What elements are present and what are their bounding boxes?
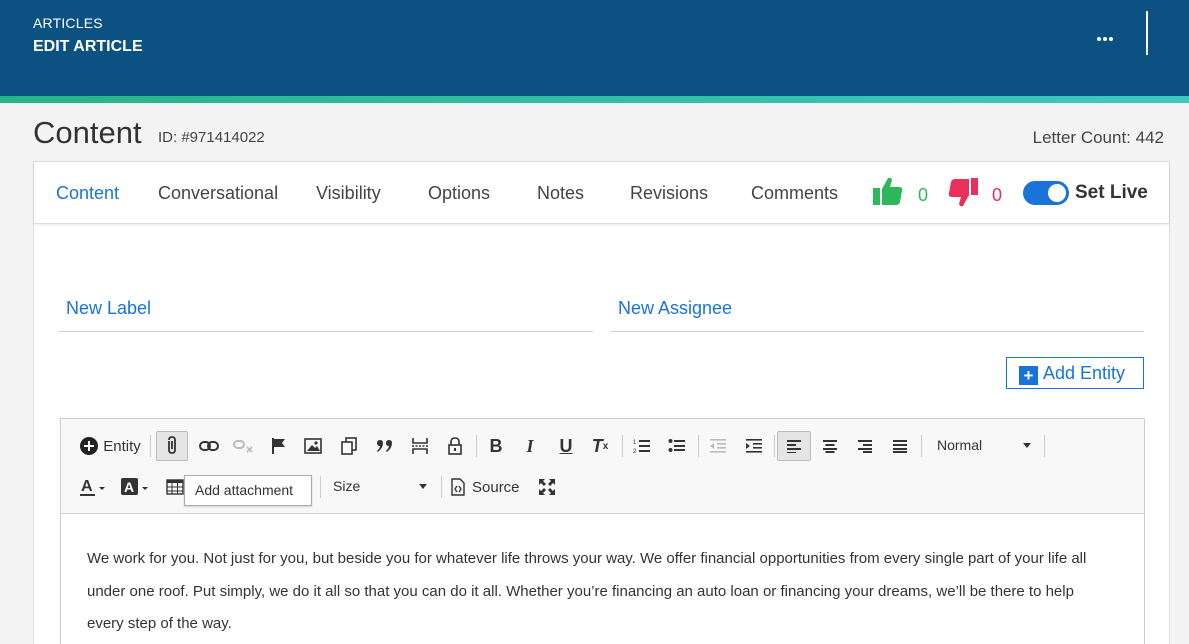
svg-text:2: 2 <box>633 449 637 454</box>
app-header: ARTICLES EDIT ARTICLE <box>0 0 1189 96</box>
source-button[interactable]: Source <box>450 474 526 500</box>
plus-icon: + <box>1019 366 1038 385</box>
upvote-count: 0 <box>918 185 929 205</box>
caret-down-icon <box>419 483 427 489</box>
plus-circle-icon <box>80 437 99 455</box>
image-icon[interactable] <box>299 433 327 459</box>
new-label-field[interactable]: New Label <box>59 282 593 332</box>
accent-bar <box>0 96 1189 103</box>
thumbs-down-icon[interactable] <box>947 176 979 213</box>
letter-count: Letter Count: 442 <box>1032 128 1164 147</box>
caret-down-icon <box>1023 442 1031 448</box>
quote-icon[interactable] <box>371 433 399 459</box>
align-left-icon[interactable] <box>777 431 811 461</box>
format-select[interactable]: Normal <box>927 432 1041 458</box>
indent-icon[interactable] <box>740 433 768 459</box>
svg-text:1: 1 <box>633 440 637 446</box>
page-title: Content <box>33 115 142 150</box>
bullet-list-icon[interactable] <box>663 433 691 459</box>
size-select-value: Size <box>333 478 361 494</box>
italic-icon[interactable]: I <box>516 433 544 459</box>
toolbar-separator <box>441 476 442 498</box>
toolbar-tooltip: Add attachment <box>184 475 312 506</box>
rich-text-editor: Entity B I U T x 1 2 Normal A A Size Sou… <box>60 418 1145 644</box>
tab-content[interactable]: Content <box>56 183 119 204</box>
source-code-icon <box>451 478 465 496</box>
text-color-button[interactable]: A <box>77 474 109 500</box>
toolbar-separator <box>774 435 775 457</box>
thumbs-up-icon[interactable] <box>872 176 904 211</box>
tab-comments[interactable]: Comments <box>751 183 838 204</box>
lock-icon[interactable] <box>441 433 469 459</box>
breadcrumb[interactable]: ARTICLES <box>33 15 103 31</box>
downvote-count: 0 <box>992 185 1003 205</box>
entity-label: Entity <box>103 437 141 455</box>
page-break-icon[interactable] <box>406 433 434 459</box>
maximize-icon[interactable] <box>533 474 561 500</box>
unlink-icon <box>229 433 257 459</box>
toolbar-separator <box>150 435 151 457</box>
copy-icon[interactable] <box>335 433 363 459</box>
tab-options[interactable]: Options <box>428 183 490 204</box>
background-color-button[interactable]: A <box>118 474 152 500</box>
tab-notes[interactable]: Notes <box>537 183 584 204</box>
editor-content[interactable]: We work for you. Not just for you, but b… <box>87 543 1107 641</box>
align-justify-icon[interactable] <box>886 433 914 459</box>
article-id: ID: #971414022 <box>158 129 265 146</box>
format-select-value: Normal <box>937 437 983 453</box>
flag-icon[interactable] <box>265 433 293 459</box>
add-entity-button[interactable]: + Add Entity <box>1006 357 1144 389</box>
source-label: Source <box>472 478 520 496</box>
header-divider <box>1146 11 1148 55</box>
toolbar-separator <box>476 435 477 457</box>
toolbar-separator <box>622 435 623 457</box>
toggle-knob <box>1048 184 1066 202</box>
article-card: Content Conversational Visibility Option… <box>33 161 1170 644</box>
clear-format-icon[interactable]: Tx <box>586 433 614 459</box>
header-title: EDIT ARTICLE <box>33 38 143 55</box>
align-center-icon[interactable] <box>816 433 844 459</box>
more-options-icon[interactable] <box>1097 28 1121 41</box>
tab-bar: Content Conversational Visibility Option… <box>34 162 1169 224</box>
editor-toolbar: Entity B I U T x 1 2 Normal A A Size Sou… <box>61 419 1144 514</box>
new-assignee-field[interactable]: New Assignee <box>611 282 1144 332</box>
paperclip-icon[interactable] <box>156 431 188 461</box>
toolbar-separator <box>698 435 699 457</box>
svg-text:A: A <box>124 479 134 495</box>
underline-icon[interactable]: U <box>552 433 580 459</box>
toolbar-separator <box>1044 435 1045 457</box>
tab-revisions[interactable]: Revisions <box>630 183 708 204</box>
tab-visibility[interactable]: Visibility <box>316 183 381 204</box>
add-entity-label: Add Entity <box>1043 363 1126 383</box>
outdent-icon <box>704 433 732 459</box>
toolbar-separator <box>320 476 321 498</box>
bold-icon[interactable]: B <box>482 433 510 459</box>
tab-conversational[interactable]: Conversational <box>158 183 278 204</box>
align-right-icon[interactable] <box>851 433 879 459</box>
size-select[interactable]: Size <box>325 473 435 499</box>
numbered-list-icon[interactable]: 12 <box>628 433 656 459</box>
toolbar-separator <box>921 435 922 457</box>
svg-text:A: A <box>81 478 93 495</box>
link-icon[interactable] <box>195 433 223 459</box>
set-live-toggle[interactable] <box>1023 181 1069 205</box>
insert-entity-button[interactable]: Entity <box>77 433 143 459</box>
set-live-label: Set Live <box>1075 182 1148 203</box>
